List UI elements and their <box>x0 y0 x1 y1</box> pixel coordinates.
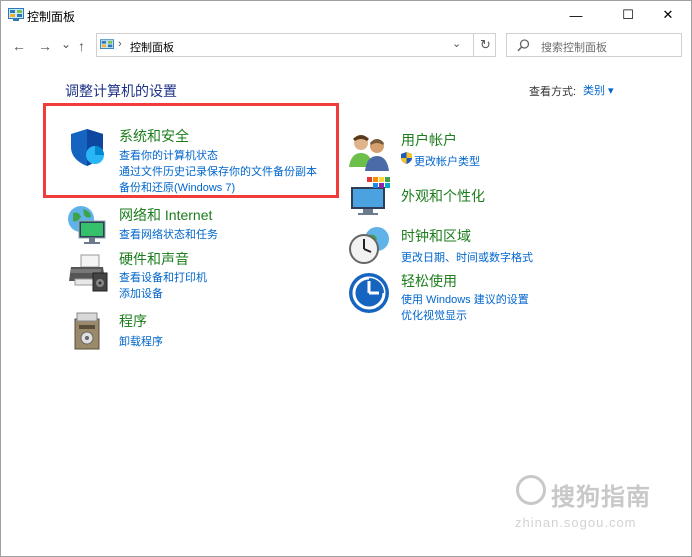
chevron-right-icon[interactable]: › <box>118 38 122 50</box>
category-network-internet[interactable]: 网络和 Internet <box>119 205 212 225</box>
view-by-label: 查看方式: <box>529 86 577 98</box>
close-button[interactable]: ✕ <box>645 1 691 29</box>
printer-icon[interactable] <box>65 251 109 295</box>
link-network-status[interactable]: 查看网络状态和任务 <box>119 226 218 242</box>
category-hardware-sound[interactable]: 硬件和声音 <box>119 249 189 269</box>
highlight-box <box>43 103 339 198</box>
link-change-date-time-format[interactable]: 更改日期、时间或数字格式 <box>401 249 533 265</box>
link-optimize-visual-display[interactable]: 优化视觉显示 <box>401 307 467 323</box>
up-button[interactable]: ↑ <box>78 38 85 54</box>
breadcrumb-control-panel[interactable]: 控制面板 <box>130 39 174 55</box>
forward-button[interactable]: → <box>38 38 52 54</box>
refresh-button[interactable]: ↻ <box>473 34 497 56</box>
category-ease-of-access[interactable]: 轻松使用 <box>401 271 457 291</box>
category-programs[interactable]: 程序 <box>119 311 147 331</box>
link-devices-printers[interactable]: 查看设备和打印机 <box>119 269 207 285</box>
back-button[interactable]: ← <box>12 38 26 54</box>
page-title: 调整计算机的设置 <box>65 83 177 99</box>
ease-of-access-icon[interactable] <box>347 271 391 315</box>
address-bar[interactable]: › 控制面板 ⌄ ↻ <box>96 33 496 57</box>
search-box[interactable]: 搜索控制面板 <box>506 33 682 57</box>
users-icon[interactable] <box>347 129 391 173</box>
globe-network-icon[interactable] <box>65 203 109 247</box>
category-user-accounts[interactable]: 用户帐户 <box>401 130 457 150</box>
title-bar: 控制面板 — ☐ ✕ <box>1 1 691 29</box>
category-clock-region[interactable]: 时钟和区域 <box>401 226 471 246</box>
monitor-palette-icon[interactable] <box>347 175 391 219</box>
window-title: 控制面板 <box>27 10 76 24</box>
link-change-account-type[interactable]: 更改帐户类型 <box>414 153 480 169</box>
sogou-logo-icon <box>516 475 546 505</box>
watermark-url: zhinan.sogou.com <box>515 515 637 530</box>
uac-shield-icon <box>401 152 412 164</box>
link-add-device[interactable]: 添加设备 <box>119 285 163 301</box>
control-panel-icon <box>8 8 24 21</box>
control-panel-window: 控制面板 — ☐ ✕ ← → ⌄ ↑ › 控制面板 ⌄ ↻ 搜索控制面板 调整计… <box>0 0 692 557</box>
clock-globe-icon[interactable] <box>347 223 391 267</box>
link-windows-recommended-settings[interactable]: 使用 Windows 建议的设置 <box>401 291 529 307</box>
recent-locations-button[interactable]: ⌄ <box>61 36 71 52</box>
control-panel-icon <box>100 39 114 49</box>
search-icon <box>517 39 530 52</box>
view-by-dropdown[interactable]: 类别 ▾ <box>583 82 614 98</box>
link-uninstall-program[interactable]: 卸载程序 <box>119 333 163 349</box>
search-input[interactable]: 搜索控制面板 <box>541 39 607 55</box>
category-appearance-personalization[interactable]: 外观和个性化 <box>401 186 485 206</box>
watermark-brand: 搜狗指南 <box>551 484 651 511</box>
chevron-down-icon[interactable]: ⌄ <box>452 37 461 50</box>
programs-box-icon[interactable] <box>65 309 109 353</box>
minimize-button[interactable]: — <box>553 1 599 29</box>
